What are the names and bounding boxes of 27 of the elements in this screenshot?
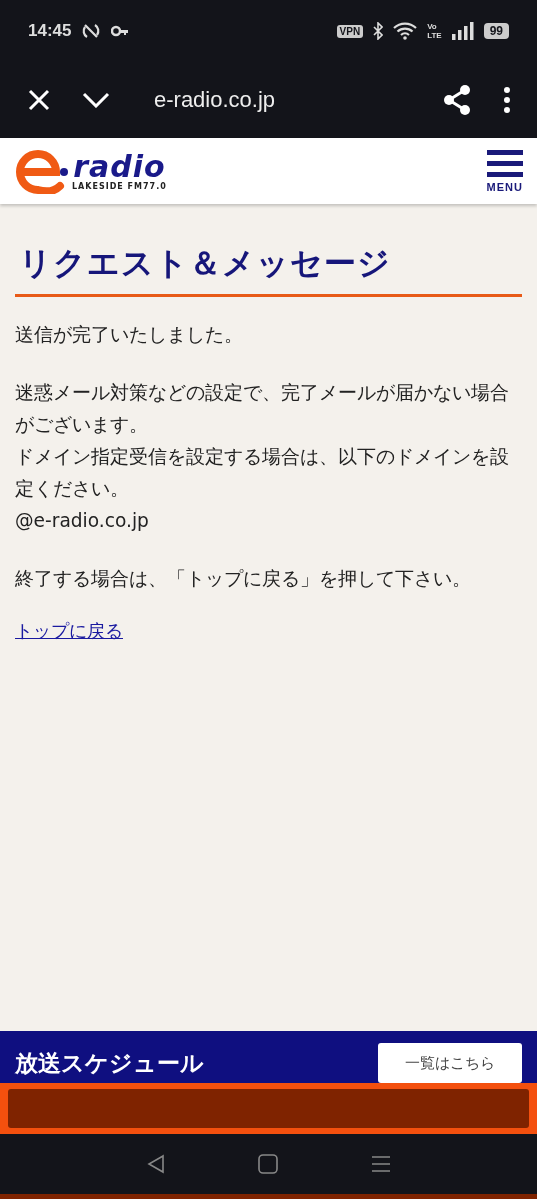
list-button[interactable]: 一覧はこちら xyxy=(378,1043,522,1083)
share-icon[interactable] xyxy=(443,85,471,115)
logo-tagline: LAKESIDE FM77.0 xyxy=(72,181,167,191)
message-text: 送信が完了いたしました。 xyxy=(15,323,244,347)
clock: 14:45 xyxy=(28,21,72,41)
more-icon[interactable] xyxy=(503,87,511,113)
message-text: 迷惑メール対策などの設定で、完了メールが届かない場合がございます。 ドメイン指定受信を設定する場合は、以下のドメインを設定ください。 @e-radio.co.jp xyxy=(15,381,510,533)
page-title: リクエスト＆メッセージ xyxy=(15,242,522,297)
back-icon[interactable] xyxy=(146,1154,165,1174)
wifi-icon xyxy=(393,22,418,40)
chevron-down-icon[interactable] xyxy=(82,92,110,108)
recents-icon[interactable] xyxy=(370,1155,391,1173)
close-icon[interactable] xyxy=(28,89,50,111)
volte-label: Vo LTE xyxy=(427,22,442,40)
top-link[interactable]: トップに戻る xyxy=(15,619,123,643)
url-text[interactable]: e-radio.co.jp xyxy=(154,87,411,113)
vpn-badge: VPN xyxy=(336,24,364,38)
logo-text[interactable]: radio xyxy=(73,151,166,182)
menu-button[interactable]: MENU xyxy=(486,149,523,193)
logo-e-icon[interactable] xyxy=(14,148,70,194)
battery-level: 99 xyxy=(483,23,509,39)
key-icon xyxy=(111,25,130,37)
schedule-title: 放送スケジュール xyxy=(15,1049,204,1078)
signal-icon xyxy=(451,22,474,40)
home-icon[interactable] xyxy=(257,1154,278,1174)
bluetooth-icon xyxy=(373,22,384,40)
message-text: 終了する場合は、「トップに戻る」を押して下さい。 xyxy=(15,567,472,591)
